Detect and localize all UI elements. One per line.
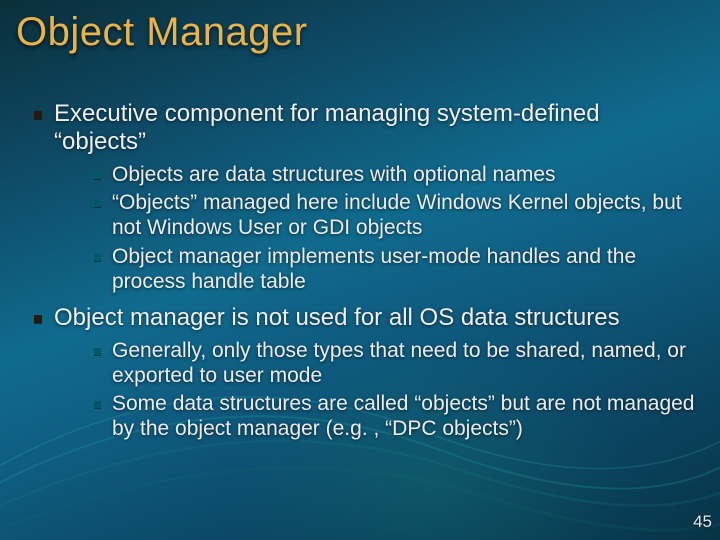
bullet-item: Executive component for managing system-… [34, 100, 696, 294]
slide-title: Object Manager [16, 10, 308, 55]
sub-bullet-item: Some data structures are called “objects… [94, 392, 696, 442]
sub-bullet-item: Objects are data structures with optiona… [94, 163, 696, 188]
bullet-list-level2: Generally, only those types that need to… [54, 339, 696, 442]
bullet-text: Executive component for managing system-… [54, 100, 600, 155]
sub-bullet-item: Object manager implements user-mode hand… [94, 245, 696, 295]
sub-bullet-item: Generally, only those types that need to… [94, 339, 696, 389]
slide-content: Executive component for managing system-… [34, 100, 696, 452]
bullet-text: Object manager is not used for all OS da… [54, 304, 620, 331]
bullet-item: Object manager is not used for all OS da… [34, 304, 696, 441]
sub-bullet-item: “Objects” managed here include Windows K… [94, 191, 696, 241]
bullet-list-level2: Objects are data structures with optiona… [54, 163, 696, 295]
slide: Object Manager Executive component for m… [0, 0, 720, 540]
bullet-list-level1: Executive component for managing system-… [34, 100, 696, 442]
page-number: 45 [693, 512, 712, 532]
